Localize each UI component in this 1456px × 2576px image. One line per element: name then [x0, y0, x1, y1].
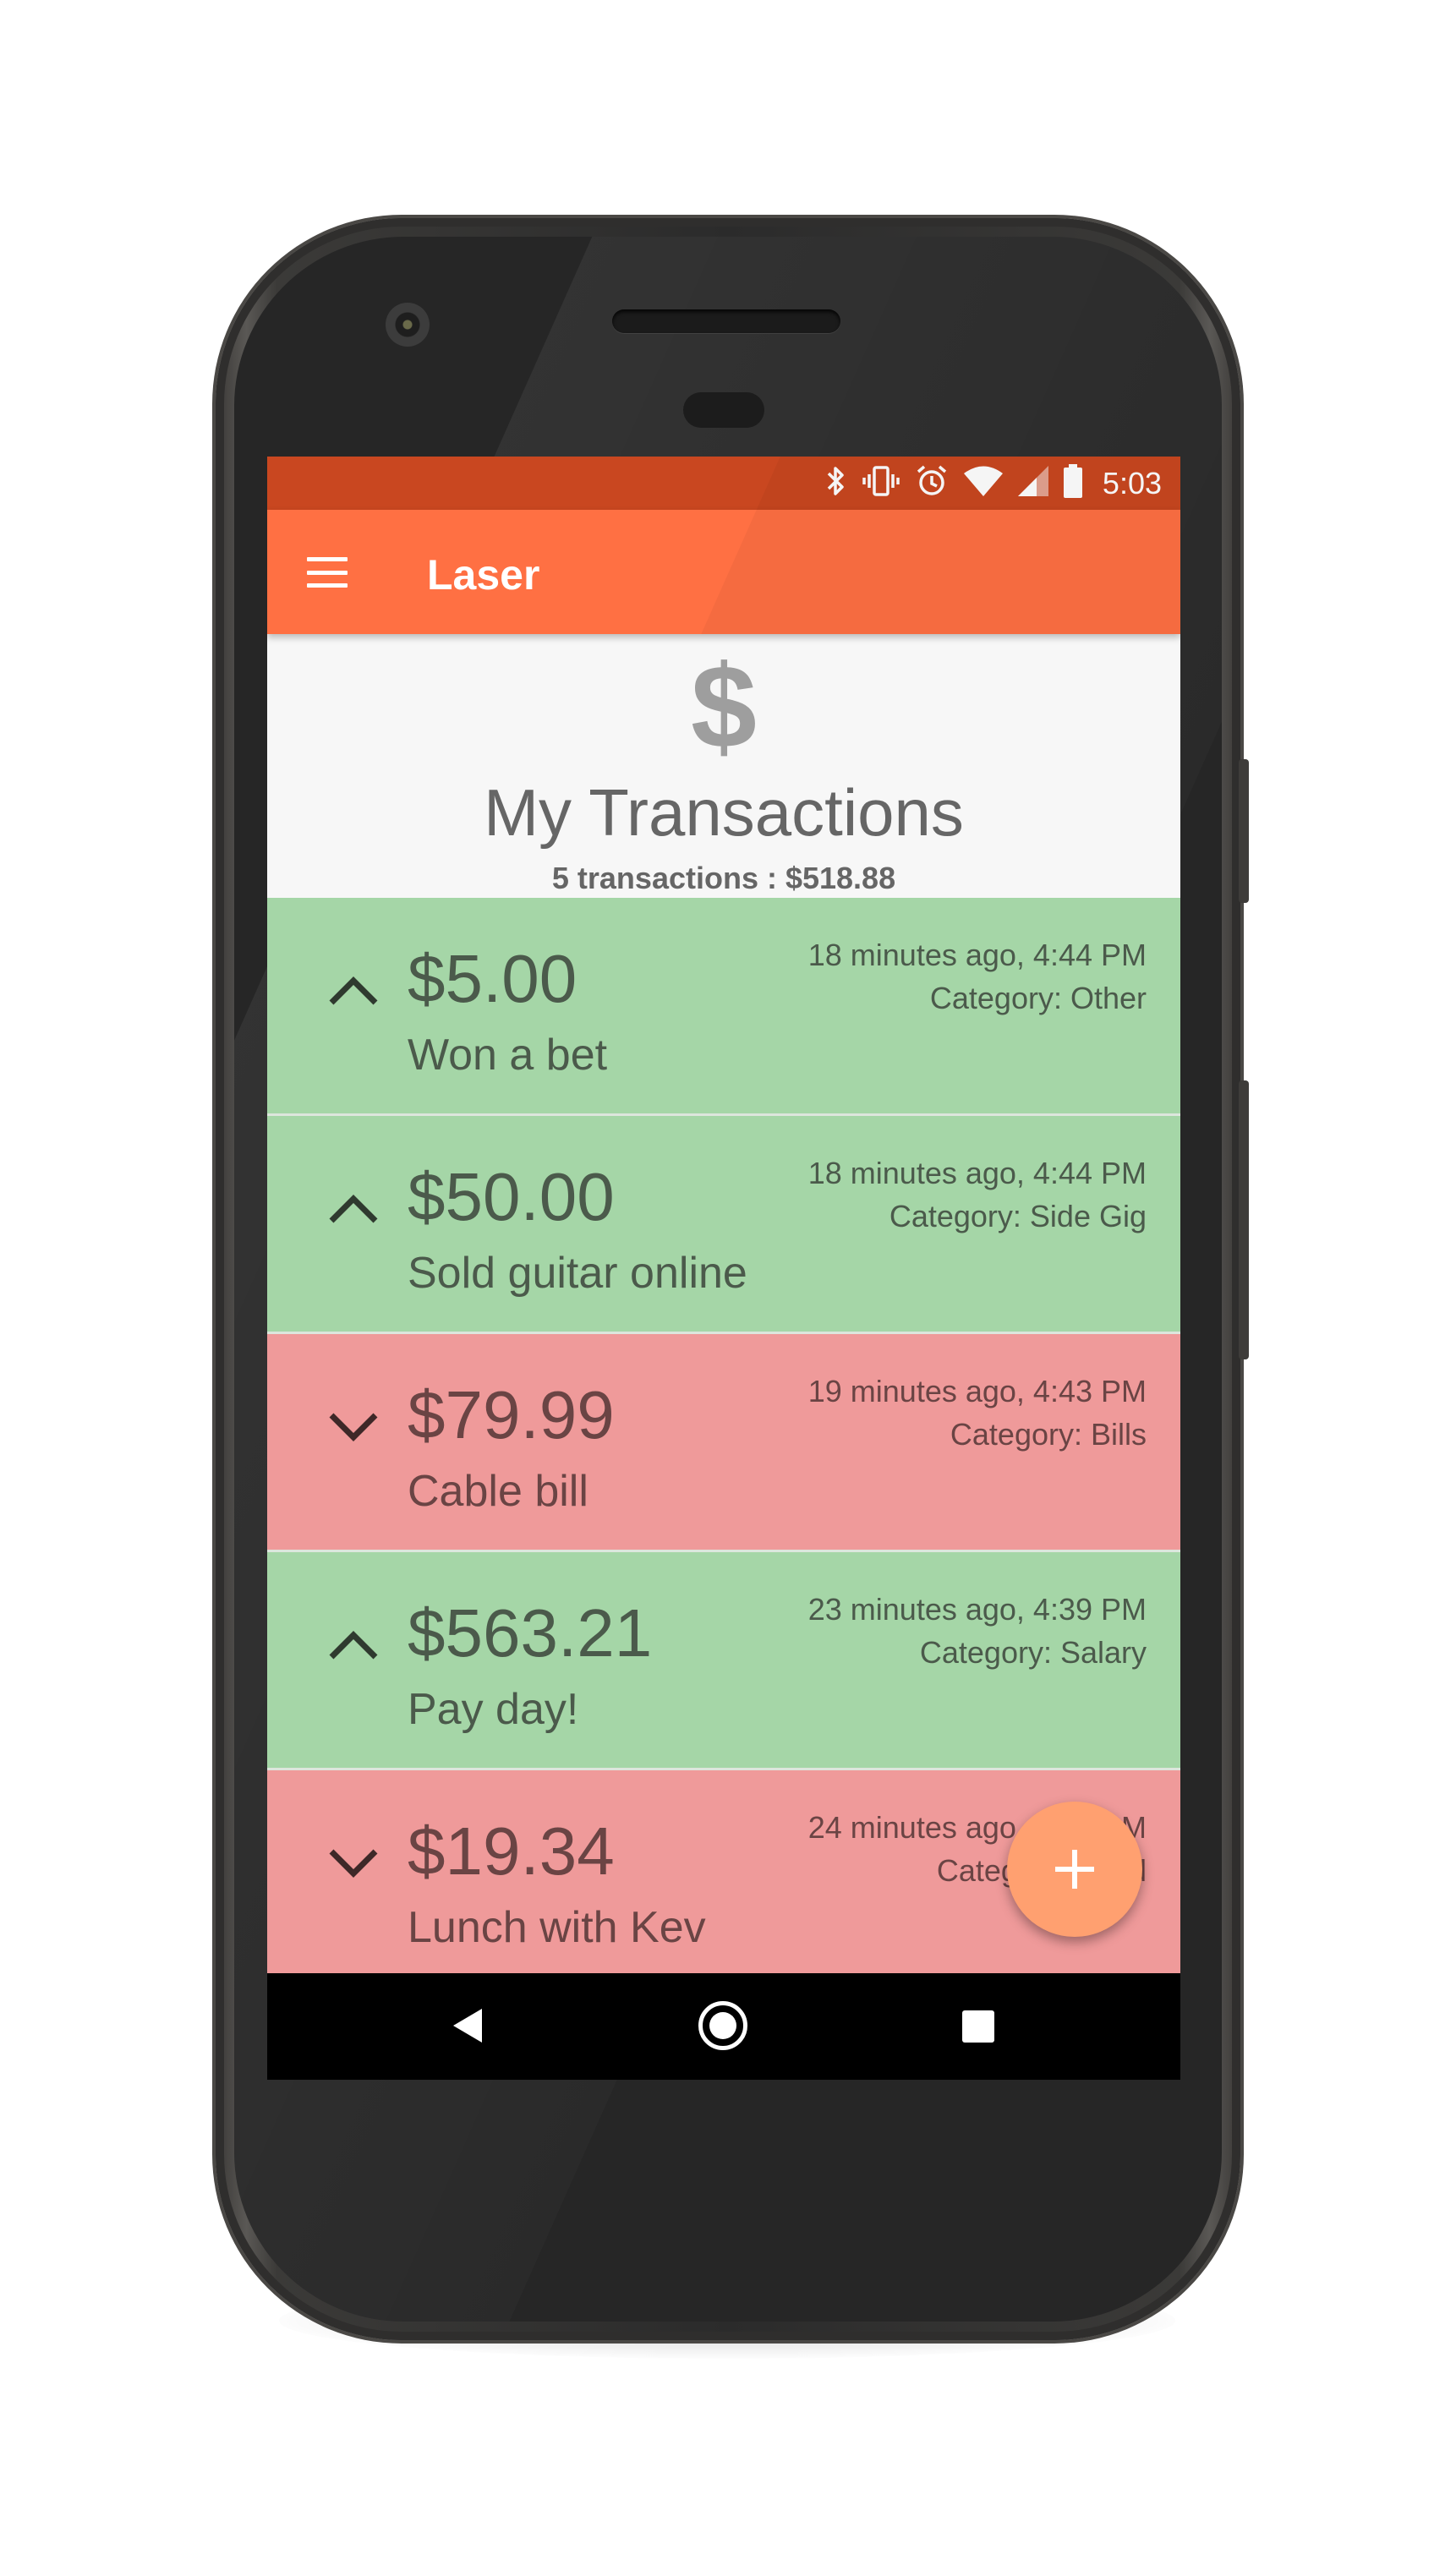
status-bar: 5:03 [267, 457, 1180, 510]
transaction-description: Lunch with Kev [408, 1903, 706, 1952]
home-icon[interactable] [698, 2001, 747, 2050]
app-screen: 5:03 Laser $ My Transactions 5 transacti… [267, 457, 1180, 2080]
transaction-row[interactable]: $79.99 Cable bill 19 minutes ago, 4:43 P… [267, 1334, 1180, 1552]
transaction-meta: 19 minutes ago, 4:43 PM Category: Bills [808, 1370, 1147, 1456]
transaction-description: Cable bill [408, 1467, 588, 1516]
chevron-down-icon [329, 1849, 378, 1878]
transaction-time: 19 minutes ago, 4:43 PM [807, 1374, 1147, 1408]
earpiece-speaker [612, 309, 840, 333]
transaction-amount: $50.00 [408, 1159, 615, 1234]
menu-icon[interactable] [307, 557, 348, 588]
transaction-category: Category: Side Gig [889, 1199, 1147, 1233]
battery-icon [1063, 463, 1082, 503]
transaction-category: Category: Other [929, 981, 1147, 1015]
transaction-meta: 18 minutes ago, 4:44 PM Category: Other [808, 933, 1147, 1020]
transaction-row[interactable]: $5.00 Won a bet 18 minutes ago, 4:44 PM … [267, 898, 1180, 1116]
vibrate-icon [862, 465, 900, 502]
transaction-description: Pay day! [408, 1685, 579, 1734]
transaction-meta: 18 minutes ago, 4:44 PM Category: Side G… [808, 1151, 1147, 1238]
transaction-amount: $19.34 [408, 1813, 615, 1889]
transaction-row[interactable]: $50.00 Sold guitar online 18 minutes ago… [267, 1116, 1180, 1334]
chevron-down-icon [329, 1413, 378, 1441]
transaction-amount: $5.00 [408, 941, 577, 1016]
system-nav-bar [267, 1973, 1180, 2080]
chevron-up-icon [329, 976, 378, 1005]
transactions-header: $ My Transactions 5 transactions : $518.… [267, 634, 1180, 898]
transactions-summary: 5 transactions : $518.88 [551, 861, 896, 895]
chevron-up-icon [329, 1195, 378, 1223]
transaction-amount: $563.21 [408, 1595, 653, 1671]
transaction-description: Won a bet [408, 1031, 608, 1080]
status-time: 5:03 [1102, 465, 1162, 500]
transaction-row[interactable]: $563.21 Pay day! 23 minutes ago, 4:39 PM… [267, 1552, 1180, 1770]
transaction-category: Category: Bills [950, 1417, 1147, 1452]
app-toolbar: Laser [267, 510, 1180, 634]
transaction-category: Category: Salary [919, 1635, 1147, 1670]
bluetooth-icon [825, 465, 847, 502]
signal-icon [1017, 465, 1048, 501]
transaction-amount: $79.99 [408, 1377, 615, 1452]
back-icon[interactable] [453, 2009, 482, 2043]
volume-button [1239, 1080, 1249, 1359]
alarm-icon [915, 464, 949, 503]
power-button [1239, 759, 1249, 903]
transaction-time: 23 minutes ago, 4:39 PM [807, 1592, 1147, 1627]
add-transaction-button[interactable] [1007, 1802, 1142, 1937]
transaction-time: 18 minutes ago, 4:44 PM [807, 1156, 1147, 1190]
chevron-up-icon [329, 1631, 378, 1660]
plus-icon [1055, 1850, 1094, 1889]
transaction-description: Sold guitar online [408, 1249, 747, 1298]
transaction-meta: 23 minutes ago, 4:39 PM Category: Salary [808, 1588, 1147, 1674]
proximity-sensor [683, 392, 764, 428]
transaction-time: 18 minutes ago, 4:44 PM [807, 938, 1147, 972]
front-camera [386, 303, 430, 347]
app-title: Laser [427, 551, 540, 599]
page-title: My Transactions [484, 775, 964, 850]
wifi-icon [963, 466, 1003, 501]
dollar-icon: $ [691, 640, 757, 773]
recents-icon[interactable] [962, 2010, 994, 2043]
